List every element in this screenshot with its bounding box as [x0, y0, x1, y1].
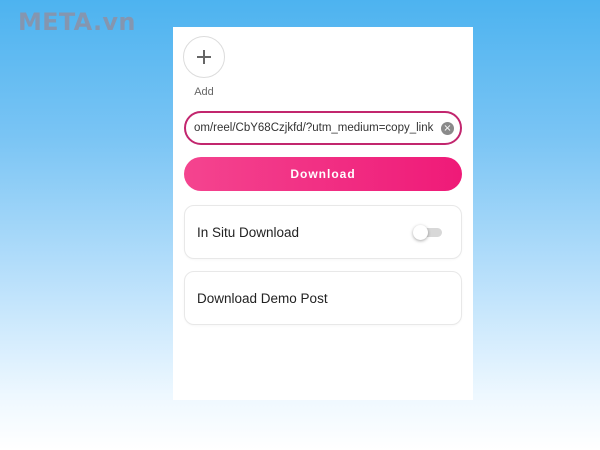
clear-icon[interactable]: × [441, 121, 454, 135]
download-panel: Add om/reel/CbY68Czjkfd/?utm_medium=copy… [173, 27, 473, 400]
url-input-value[interactable]: om/reel/CbY68Czjkfd/?utm_medium=copy_lin… [194, 122, 437, 134]
add-section: Add [183, 36, 225, 98]
download-demo-post-option[interactable]: Download Demo Post [184, 271, 462, 325]
url-input[interactable]: om/reel/CbY68Czjkfd/?utm_medium=copy_lin… [184, 111, 462, 145]
download-demo-post-label: Download Demo Post [197, 290, 328, 306]
in-situ-download-toggle[interactable] [413, 225, 442, 240]
watermark-logo: META.vn [18, 8, 136, 36]
plus-icon [197, 50, 211, 64]
download-button[interactable]: Download [184, 157, 462, 191]
in-situ-download-option: In Situ Download [184, 205, 462, 259]
add-button[interactable] [183, 36, 225, 78]
toggle-knob [413, 225, 428, 240]
in-situ-download-label: In Situ Download [197, 224, 300, 240]
add-label: Add [194, 86, 214, 98]
